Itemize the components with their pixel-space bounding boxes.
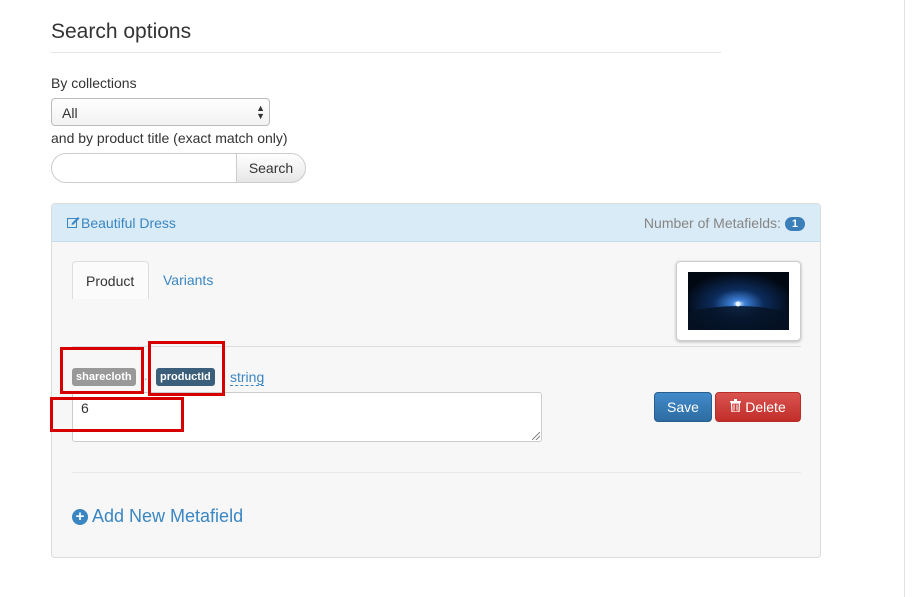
- metafields-label: Number of Metafields:: [643, 215, 781, 231]
- title-label: and by product title (exact match only): [51, 130, 288, 146]
- page-right-border: [904, 0, 905, 597]
- tag-separator: .: [144, 369, 148, 383]
- metafield-namespace-tag: sharecloth: [72, 368, 136, 386]
- trash-icon: [730, 399, 742, 415]
- value-type-link[interactable]: string: [230, 369, 265, 386]
- add-metafield-link[interactable]: + Add New Metafield: [72, 506, 243, 527]
- metafield-value-textarea[interactable]: 6: [72, 392, 542, 442]
- page-title: Search options: [51, 20, 192, 43]
- save-button[interactable]: Save: [654, 392, 712, 422]
- edit-icon: [67, 215, 80, 231]
- collection-select[interactable]: All ▲ ▼: [51, 98, 270, 126]
- metafields-count-area: Number of Metafields: 1: [644, 215, 805, 231]
- resize-handle-icon[interactable]: [532, 432, 540, 440]
- tab-product[interactable]: Product: [72, 261, 149, 299]
- search-button[interactable]: Search: [236, 153, 306, 183]
- metafields-count-badge: 1: [784, 217, 805, 231]
- search-group: Search: [51, 153, 306, 183]
- tab-divider: [72, 346, 801, 347]
- product-thumbnail: [676, 261, 801, 341]
- product-name: Beautiful Dress: [81, 215, 176, 231]
- title-search-input[interactable]: [51, 153, 238, 183]
- add-metafield-label: Add New Metafield: [92, 506, 244, 526]
- panel-divider: [72, 472, 801, 473]
- product-edit-link[interactable]: Beautiful Dress: [67, 215, 176, 231]
- collection-selected-value: All: [62, 105, 78, 121]
- product-panel: Beautiful Dress Number of Metafields: 1 P…: [51, 203, 821, 558]
- collections-label: By collections: [51, 75, 137, 91]
- metafield-key-tag: productId: [156, 368, 215, 386]
- plus-circle-icon: +: [72, 509, 88, 525]
- panel-header: Beautiful Dress Number of Metafields: 1: [52, 204, 820, 242]
- delete-label: Delete: [745, 399, 786, 415]
- select-arrows-icon: ▲ ▼: [256, 103, 265, 121]
- tab-variants[interactable]: Variants: [150, 261, 230, 299]
- title-divider: [51, 52, 721, 53]
- delete-button[interactable]: Delete: [715, 392, 801, 422]
